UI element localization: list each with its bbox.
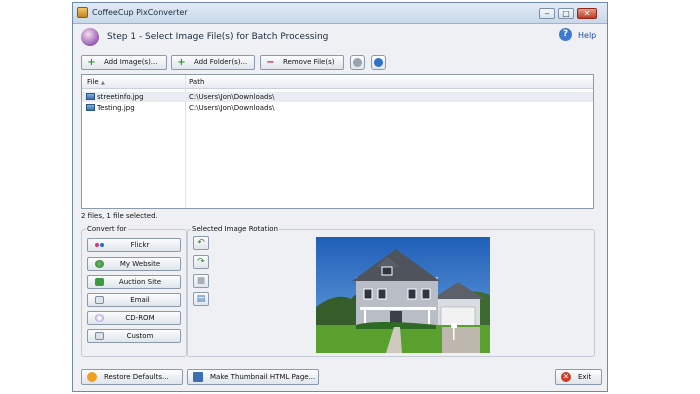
flickr-label: Flickr: [130, 241, 150, 249]
close-button[interactable]: ✕: [577, 8, 597, 19]
title-bar: CoffeeCup PixConverter ‒ □ ✕: [73, 3, 607, 24]
remove-files-button[interactable]: − Remove File(s): [260, 55, 344, 70]
cd-rom-label: CD-ROM: [125, 314, 155, 322]
file-row[interactable]: streetinfo.jpg C:\Users\Jon\Downloads\: [82, 92, 593, 102]
info-icon: [353, 58, 362, 67]
add-images-button[interactable]: + Add Image(s)...: [81, 55, 167, 70]
add-folder-label: Add Folder(s)...: [194, 58, 248, 66]
thumbnail-grid-icon: [193, 372, 203, 382]
info-button[interactable]: [350, 55, 365, 70]
email-button[interactable]: Email: [87, 293, 181, 307]
restore-defaults-button[interactable]: Restore Defaults...: [81, 369, 183, 385]
file-name: streetinfo.jpg: [97, 93, 144, 101]
file-list[interactable]: File ▲ Path streetinfo.jpg C:\Users\Jon\…: [81, 74, 594, 209]
auction-site-label: Auction Site: [118, 278, 162, 286]
image-file-icon: [86, 104, 95, 111]
make-thumbnail-page-button[interactable]: Make Thumbnail HTML Page...: [187, 369, 319, 385]
image-preview: [316, 237, 490, 353]
convert-for-title: Convert for: [86, 225, 128, 233]
house-photo: [316, 237, 490, 353]
pixconverter-icon: [81, 28, 99, 46]
exit-button[interactable]: ✕ Exit: [555, 369, 602, 385]
custom-label: Custom: [126, 332, 154, 340]
remove-files-label: Remove File(s): [283, 58, 335, 66]
auction-site-button[interactable]: Auction Site: [87, 275, 181, 289]
file-path: C:\Users\Jon\Downloads\: [189, 104, 275, 112]
coffeecup-app-icon: [77, 7, 88, 18]
restore-icon: [87, 372, 97, 382]
step-title: Step 1 - Select Image File(s) for Batch …: [107, 32, 329, 42]
add-folder-button[interactable]: + Add Folder(s)...: [171, 55, 255, 70]
selection-status: 2 files, 1 file selected.: [81, 212, 158, 220]
plus-icon: +: [87, 57, 96, 68]
rotation-title: Selected Image Rotation: [191, 225, 279, 233]
image-file-icon: [86, 93, 95, 100]
maximize-button[interactable]: □: [558, 8, 574, 19]
restore-defaults-label: Restore Defaults...: [104, 373, 169, 381]
column-file[interactable]: File ▲: [87, 78, 105, 86]
make-thumbnail-label: Make Thumbnail HTML Page...: [210, 373, 316, 381]
my-website-button[interactable]: My Website: [87, 257, 181, 271]
help-icon[interactable]: ?: [559, 28, 572, 41]
exit-label: Exit: [578, 373, 592, 381]
file-list-header: File ▲ Path: [82, 75, 593, 89]
download-button[interactable]: [371, 55, 386, 70]
rotate-disabled-button: ■: [193, 274, 209, 288]
minus-icon: −: [266, 57, 275, 68]
cd-rom-button[interactable]: CD-ROM: [87, 311, 181, 325]
help-link[interactable]: Help: [578, 31, 596, 40]
sort-ascending-icon: ▲: [100, 80, 105, 86]
exit-icon: ✕: [561, 372, 571, 382]
download-icon: [374, 58, 383, 67]
rotate-left-button[interactable]: ↶: [193, 236, 209, 250]
rotate-right-button[interactable]: ↷: [193, 255, 209, 269]
my-website-label: My Website: [119, 260, 161, 268]
minimize-button[interactable]: ‒: [539, 8, 555, 19]
file-path: C:\Users\Jon\Downloads\: [189, 93, 275, 101]
rotation-options-button[interactable]: ▤: [193, 292, 209, 306]
column-path[interactable]: Path: [189, 78, 204, 86]
window-title: CoffeeCup PixConverter: [92, 8, 188, 17]
custom-button[interactable]: Custom: [87, 329, 181, 343]
file-name: Testing.jpg: [97, 104, 135, 112]
file-row[interactable]: Testing.jpg C:\Users\Jon\Downloads\: [82, 103, 593, 113]
email-label: Email: [130, 296, 150, 304]
app-window: CoffeeCup PixConverter ‒ □ ✕ Step 1 - Se…: [72, 2, 608, 392]
add-images-label: Add Image(s)...: [104, 58, 158, 66]
add-folder-icon: +: [177, 57, 186, 68]
flickr-button[interactable]: Flickr: [87, 238, 181, 252]
